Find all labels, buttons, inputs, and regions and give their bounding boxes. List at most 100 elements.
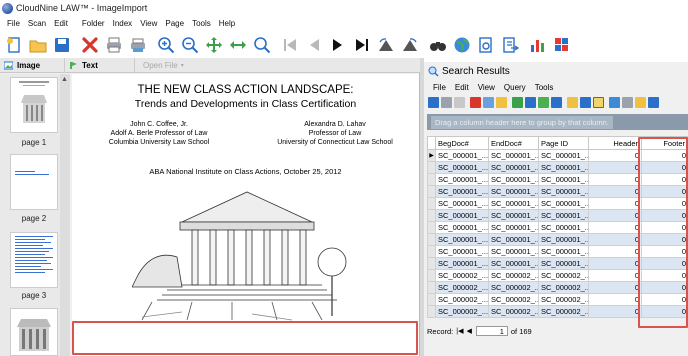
table-cell[interactable]: 0 [588, 185, 642, 198]
menu-tools[interactable]: Tools [192, 19, 211, 28]
row-selector[interactable] [427, 221, 436, 234]
table-cell[interactable]: SC_000001_... [435, 221, 489, 234]
table-cell[interactable]: SC_000002_... [435, 281, 489, 294]
row-selector[interactable] [427, 269, 436, 282]
menu-help[interactable]: Help [219, 19, 235, 28]
menu-edit[interactable]: Edit [54, 19, 68, 28]
row-selector[interactable] [427, 197, 436, 210]
sr-tag-icon[interactable] [635, 97, 646, 108]
sr-menu-file[interactable]: File [433, 83, 446, 92]
row-selector[interactable] [427, 233, 436, 246]
row-selector[interactable] [427, 185, 436, 198]
table-cell[interactable]: SC_000001_... [488, 209, 539, 222]
table-cell[interactable]: 0 [588, 197, 642, 210]
thumbnail-page-1[interactable] [10, 77, 58, 133]
bar-chart-icon[interactable] [527, 34, 548, 55]
open-folder-icon[interactable] [27, 34, 48, 55]
sr-menu-edit[interactable]: Edit [455, 83, 469, 92]
zoom-icon[interactable] [251, 34, 272, 55]
table-cell[interactable]: SC_000002_... [488, 293, 539, 306]
table-cell[interactable]: 0 [588, 233, 642, 246]
sr-highlight-icon[interactable] [567, 97, 578, 108]
table-cell[interactable]: SC_000002_... [435, 305, 489, 318]
table-cell[interactable]: SC_000001_... [538, 161, 589, 174]
sr-sort-icon[interactable] [525, 97, 536, 108]
tab-image[interactable]: Image [0, 58, 64, 73]
thumbnail-page-4[interactable] [10, 308, 58, 356]
open-file-button[interactable]: Open File ▾ [134, 57, 188, 73]
table-cell[interactable]: SC_000002_... [538, 269, 589, 282]
table-cell[interactable]: SC_000001_... [435, 233, 489, 246]
table-cell[interactable]: 0 [588, 269, 642, 282]
table-cell[interactable]: SC_000001_... [435, 161, 489, 174]
rotate-left-icon[interactable] [375, 34, 396, 55]
print-setup-icon[interactable] [127, 34, 148, 55]
table-cell[interactable]: 0 [588, 305, 642, 318]
sr-menu-tools[interactable]: Tools [535, 83, 554, 92]
record-current-input[interactable]: 1 [475, 326, 508, 336]
previous-page-icon[interactable] [303, 34, 324, 55]
scroll-up-icon[interactable]: ▲ [61, 76, 68, 83]
table-cell[interactable]: SC_000001_... [488, 185, 539, 198]
menu-view[interactable]: View [140, 19, 157, 28]
sr-preview-icon[interactable] [454, 97, 465, 108]
previous-record-icon[interactable]: ◀ [466, 327, 471, 335]
table-cell[interactable]: SC_000001_... [488, 221, 539, 234]
sr-columns-icon[interactable] [551, 97, 562, 108]
sr-tools-icon[interactable] [648, 97, 659, 108]
sr-copy-icon[interactable] [483, 97, 494, 108]
row-selector[interactable] [427, 305, 436, 318]
table-cell[interactable]: 0 [588, 209, 642, 222]
pan-icon[interactable] [203, 34, 224, 55]
table-cell[interactable]: SC_000002_... [488, 269, 539, 282]
row-selector[interactable] [427, 209, 436, 222]
sr-globe-icon[interactable] [609, 97, 620, 108]
print-icon[interactable] [103, 34, 124, 55]
rotate-right-icon[interactable] [399, 34, 420, 55]
row-selector[interactable] [427, 173, 436, 186]
thumbnail-page-2[interactable] [10, 154, 58, 210]
column-header-header[interactable]: Header [588, 136, 642, 150]
puzzle-icon[interactable] [551, 34, 572, 55]
table-cell[interactable]: SC_000001_... [435, 209, 489, 222]
table-cell[interactable]: SC_000001_... [435, 185, 489, 198]
table-cell[interactable]: SC_000002_... [488, 305, 539, 318]
sr-print-icon[interactable] [441, 97, 452, 108]
column-header-begdoc[interactable]: BegDoc# [435, 136, 489, 150]
table-cell[interactable]: SC_000001_... [538, 197, 589, 210]
table-cell[interactable]: SC_000001_... [538, 149, 589, 162]
first-page-icon[interactable] [279, 34, 300, 55]
table-cell[interactable]: SC_000001_... [435, 245, 489, 258]
table-cell[interactable]: SC_000001_... [488, 233, 539, 246]
table-cell[interactable]: 0 [588, 221, 642, 234]
zoom-in-icon[interactable] [155, 34, 176, 55]
menu-page[interactable]: Page [165, 19, 184, 28]
sr-menu-query[interactable]: Query [504, 83, 526, 92]
sr-find-icon[interactable] [580, 97, 591, 108]
table-cell[interactable]: SC_000001_... [488, 257, 539, 270]
table-cell[interactable]: SC_000001_... [435, 197, 489, 210]
table-cell[interactable]: 0 [588, 245, 642, 258]
export-icon[interactable] [475, 34, 496, 55]
row-selector[interactable] [427, 245, 436, 258]
sr-cut-icon[interactable] [470, 97, 481, 108]
table-cell[interactable]: 0 [588, 293, 642, 306]
table-cell[interactable]: SC_000002_... [488, 281, 539, 294]
sr-settings-icon[interactable] [622, 97, 633, 108]
last-page-icon[interactable] [351, 34, 372, 55]
table-cell[interactable]: SC_000001_... [538, 173, 589, 186]
row-selector[interactable] [427, 293, 436, 306]
sr-save-icon[interactable] [428, 97, 439, 108]
table-cell[interactable]: SC_000002_... [435, 269, 489, 282]
table-cell[interactable]: 0 [588, 173, 642, 186]
globe-icon[interactable] [451, 34, 472, 55]
save-icon[interactable] [51, 34, 72, 55]
table-cell[interactable]: 0 [588, 149, 642, 162]
sr-menu-view[interactable]: View [478, 83, 495, 92]
delete-icon[interactable] [79, 34, 100, 55]
table-cell[interactable]: SC_000001_... [488, 173, 539, 186]
table-cell[interactable]: SC_000002_... [435, 293, 489, 306]
menu-file[interactable]: File [7, 19, 20, 28]
new-icon[interactable] [3, 34, 24, 55]
table-cell[interactable]: 0 [588, 257, 642, 270]
